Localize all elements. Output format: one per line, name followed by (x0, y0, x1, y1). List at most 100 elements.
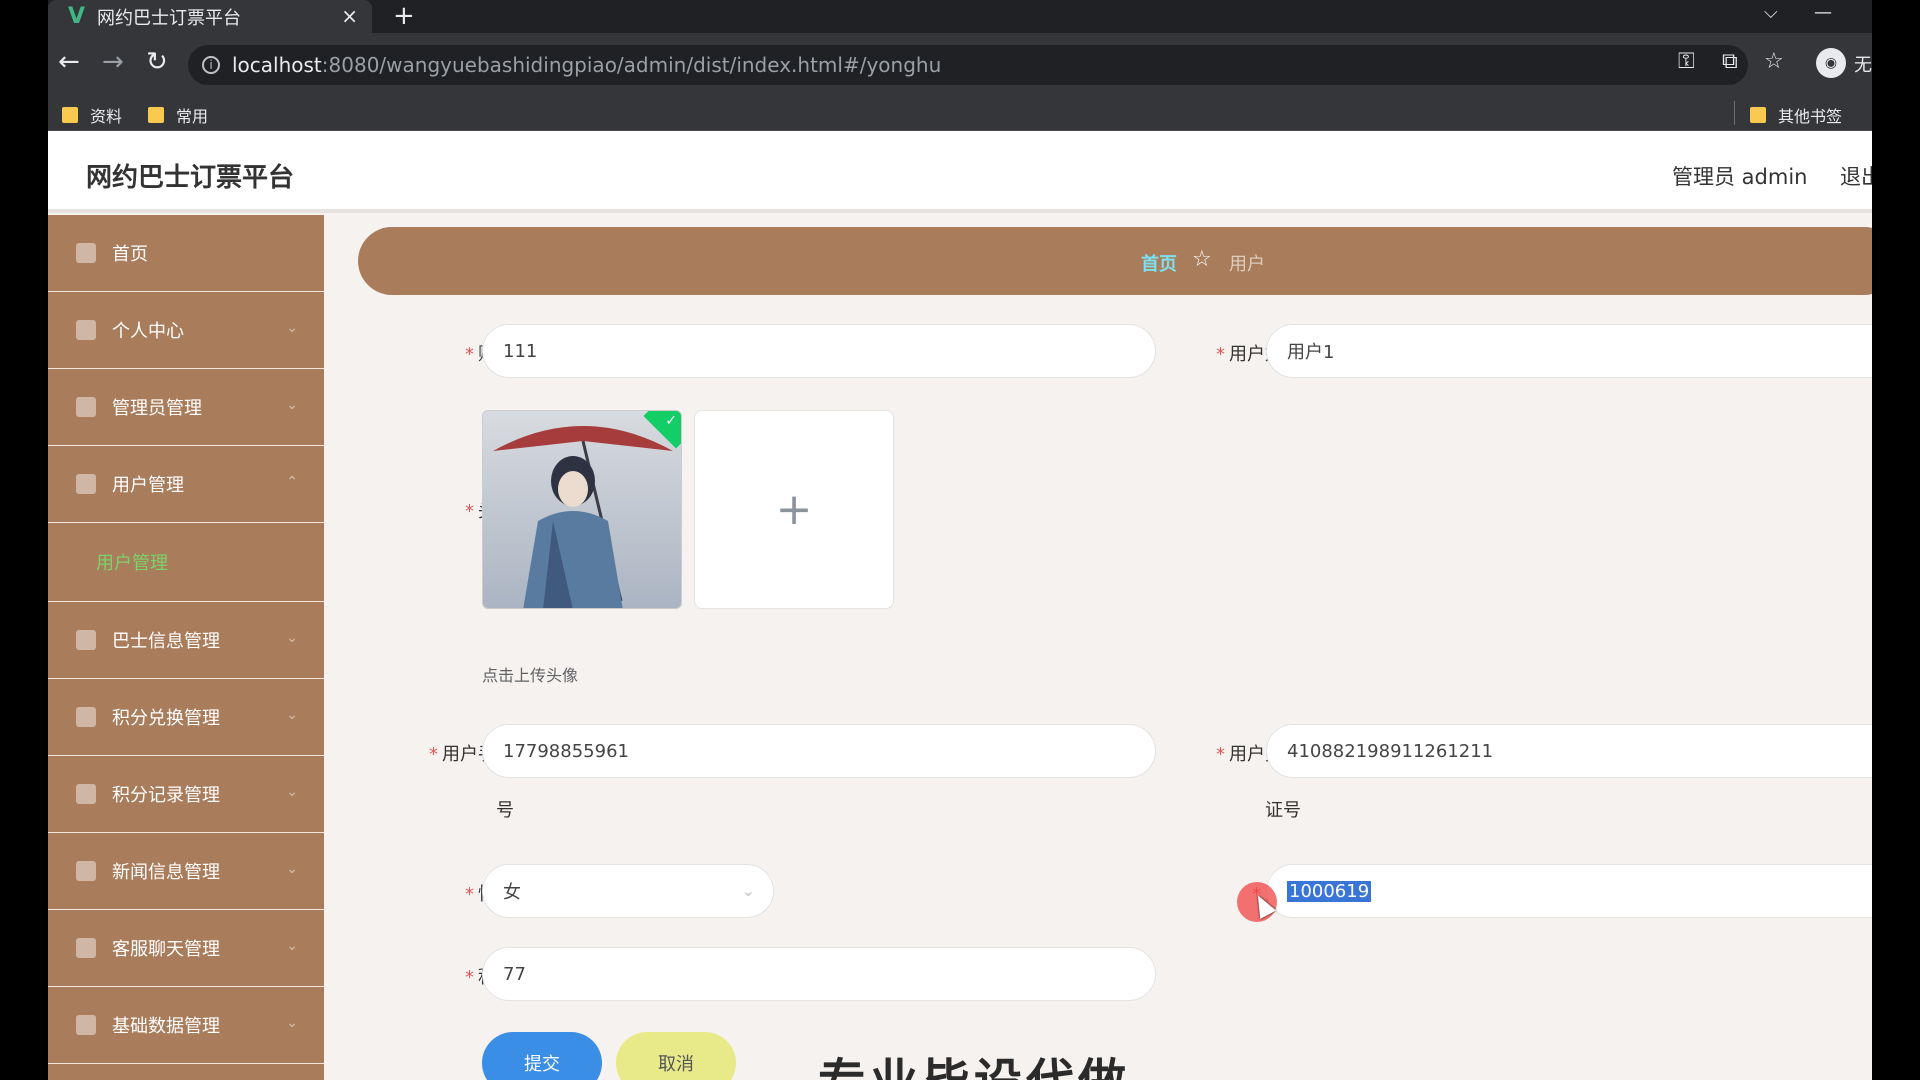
tab-title: 网约巴士订票平台 (97, 7, 242, 29)
new-tab-button[interactable]: + (393, 0, 415, 32)
avatar-thumbnail[interactable]: ✓ (482, 410, 682, 609)
bookmark-folder-other[interactable]: 其他书签 (1750, 103, 1842, 127)
bookmark-star-icon[interactable]: ☆ (1764, 49, 1784, 74)
clipboard-icon (76, 474, 96, 494)
name-input[interactable]: 用户1 (1266, 324, 1872, 378)
profile-label: 无 (1854, 55, 1872, 76)
submenu-item-users[interactable]: 用户管理 (48, 523, 324, 602)
chevron-down-icon: ⌄ (286, 1015, 298, 1031)
url-path: :8080/wangyuebashidingpiao/admin/dist/in… (321, 53, 942, 77)
chevron-down-icon: ⌄ (286, 938, 298, 954)
cancel-button[interactable]: 取消 (616, 1032, 736, 1080)
chevron-down-icon: ⌄ (286, 397, 298, 413)
check-icon: ✓ (665, 413, 677, 429)
tab-strip: V 网约巴士订票平台 × + ⌵ — (48, 0, 1872, 33)
gender-select[interactable]: 女 ⌄ (482, 864, 774, 918)
sidebar-item-label: 积分兑换管理 (112, 708, 220, 729)
folder-icon (148, 107, 164, 123)
bookmark-folder-ziliao[interactable]: 资料 (62, 103, 122, 127)
sidebar-item-label: 积分记录管理 (112, 785, 220, 806)
idcard-label-line2: 证号 (1265, 800, 1301, 821)
bookmark-label: 常用 (176, 107, 209, 126)
sidebar-item-admins[interactable]: 管理员管理 ⌄ (48, 369, 324, 446)
sidebar-item-label: 首页 (112, 244, 148, 265)
avatar-upload-hint: 点击上传头像 (482, 666, 579, 685)
sidebar-item-label: 基础数据管理 (112, 1016, 220, 1037)
sidebar-item-home[interactable]: 首页 (48, 215, 324, 292)
account-input[interactable]: 111 (482, 324, 1156, 378)
chevron-down-icon: ⌄ (286, 861, 298, 877)
chevron-down-icon: ⌄ (286, 707, 298, 723)
avatar-image (483, 411, 681, 608)
chevron-down-icon: ⌄ (286, 320, 298, 336)
sidebar-item-chat[interactable]: 客服聊天管理 ⌄ (48, 910, 324, 987)
sidebar-item-points-records[interactable]: 积分记录管理 ⌄ (48, 756, 324, 833)
reload-icon[interactable]: ↻ (146, 47, 168, 77)
app-header: 网约巴士订票平台 管理员 admin 退出 (48, 131, 1872, 213)
mail-icon (76, 397, 96, 417)
admin-user-label: 管理员 admin (1672, 165, 1808, 189)
breadcrumb-current: 用户 (1229, 254, 1265, 275)
sidebar-item-points-exchange[interactable]: 积分兑换管理 ⌄ (48, 679, 324, 756)
sidebar-item-label: 新闻信息管理 (112, 862, 220, 883)
logout-link[interactable]: 退出 (1840, 161, 1872, 191)
database-icon (76, 1015, 96, 1035)
phone-label-line2: 号 (496, 800, 514, 821)
sidebar-item-users[interactable]: 用户管理 ⌃ (48, 446, 324, 523)
translate-icon[interactable]: ⧉ (1722, 49, 1738, 74)
sidebar-item-base-data[interactable]: 基础数据管理 ⌄ (48, 987, 324, 1064)
folder-icon (62, 107, 78, 123)
bookmark-label: 资料 (90, 107, 123, 126)
bookmark-folder-changyong[interactable]: 常用 (148, 103, 208, 127)
site-info-icon[interactable]: i (202, 56, 220, 74)
avatar-upload-button[interactable]: + (694, 410, 894, 609)
grid-icon (76, 784, 96, 804)
browser-window: V 网约巴士订票平台 × + ⌵ — ← → ↻ i localhost :80… (48, 0, 1872, 1080)
tab-close-icon[interactable]: × (341, 4, 358, 28)
plus-icon: + (775, 484, 813, 535)
toolbar: ← → ↻ i localhost :8080/wangyuebashiding… (48, 33, 1872, 95)
sidebar-item-label: 用户管理 (112, 475, 184, 496)
key-icon[interactable]: ⚿ (1678, 49, 1695, 74)
forward-icon[interactable]: → (102, 47, 124, 77)
chevron-down-icon: ⌄ (741, 881, 755, 900)
idcard-input[interactable]: 410882198911261211 (1266, 724, 1872, 778)
phone-input[interactable]: 17798855961 (482, 724, 1156, 778)
address-bar[interactable]: i localhost :8080/wangyuebashidingpiao/a… (188, 45, 1748, 85)
minimize-icon[interactable]: — (1814, 2, 1832, 23)
bookmark-label: 其他书签 (1778, 107, 1843, 126)
sidebar-item-label: 个人中心 (112, 321, 184, 342)
app-title: 网约巴士订票平台 (86, 163, 295, 193)
star-icon: ☆ (1192, 247, 1212, 272)
home-icon (76, 243, 96, 263)
sidebar-item-label: 客服聊天管理 (112, 939, 220, 960)
sidebar-item-label: 管理员管理 (112, 398, 202, 419)
breadcrumb-home-link[interactable]: 首页 (1141, 250, 1177, 276)
back-icon[interactable]: ← (58, 47, 80, 77)
watermark-text: 专业毕设代做 (818, 1042, 1130, 1080)
user-icon (76, 320, 96, 340)
sidebar-item-profile[interactable]: 个人中心 ⌄ (48, 292, 324, 369)
submit-button[interactable]: 提交 (482, 1032, 602, 1080)
sidebar-item-label: 巴士信息管理 (112, 631, 220, 652)
bell-icon (76, 938, 96, 958)
chevron-down-icon: ⌄ (286, 784, 298, 800)
sidebar: 首页 个人中心 ⌄ 管理员管理 ⌄ 用户管理 ⌃ 用户管理 巴士信息管理 ⌄ 积… (48, 215, 324, 1080)
sidebar-item-news[interactable]: 新闻信息管理 ⌄ (48, 833, 324, 910)
tab-search-icon[interactable]: ⌵ (1764, 2, 1778, 23)
bookmarks-bar: 资料 常用 其他书签 (48, 95, 1872, 131)
url-host: localhost (232, 53, 322, 77)
incognito-avatar-icon[interactable]: ◉ (1816, 48, 1846, 78)
breadcrumb (358, 227, 1872, 295)
points-input[interactable]: 77 (482, 947, 1156, 1001)
bookmark-separator (1734, 101, 1735, 125)
balance-input[interactable]: 1000619 (1266, 864, 1872, 918)
chevron-up-icon: ⌃ (286, 474, 298, 490)
chevron-down-icon: ⌄ (286, 630, 298, 646)
vue-logo-icon: V (68, 4, 86, 29)
browser-tab[interactable]: V 网约巴士订票平台 × (48, 0, 372, 33)
chart-icon (76, 630, 96, 650)
news-icon (76, 861, 96, 881)
folder-icon (1750, 107, 1766, 123)
sidebar-item-bus-info[interactable]: 巴士信息管理 ⌄ (48, 602, 324, 679)
